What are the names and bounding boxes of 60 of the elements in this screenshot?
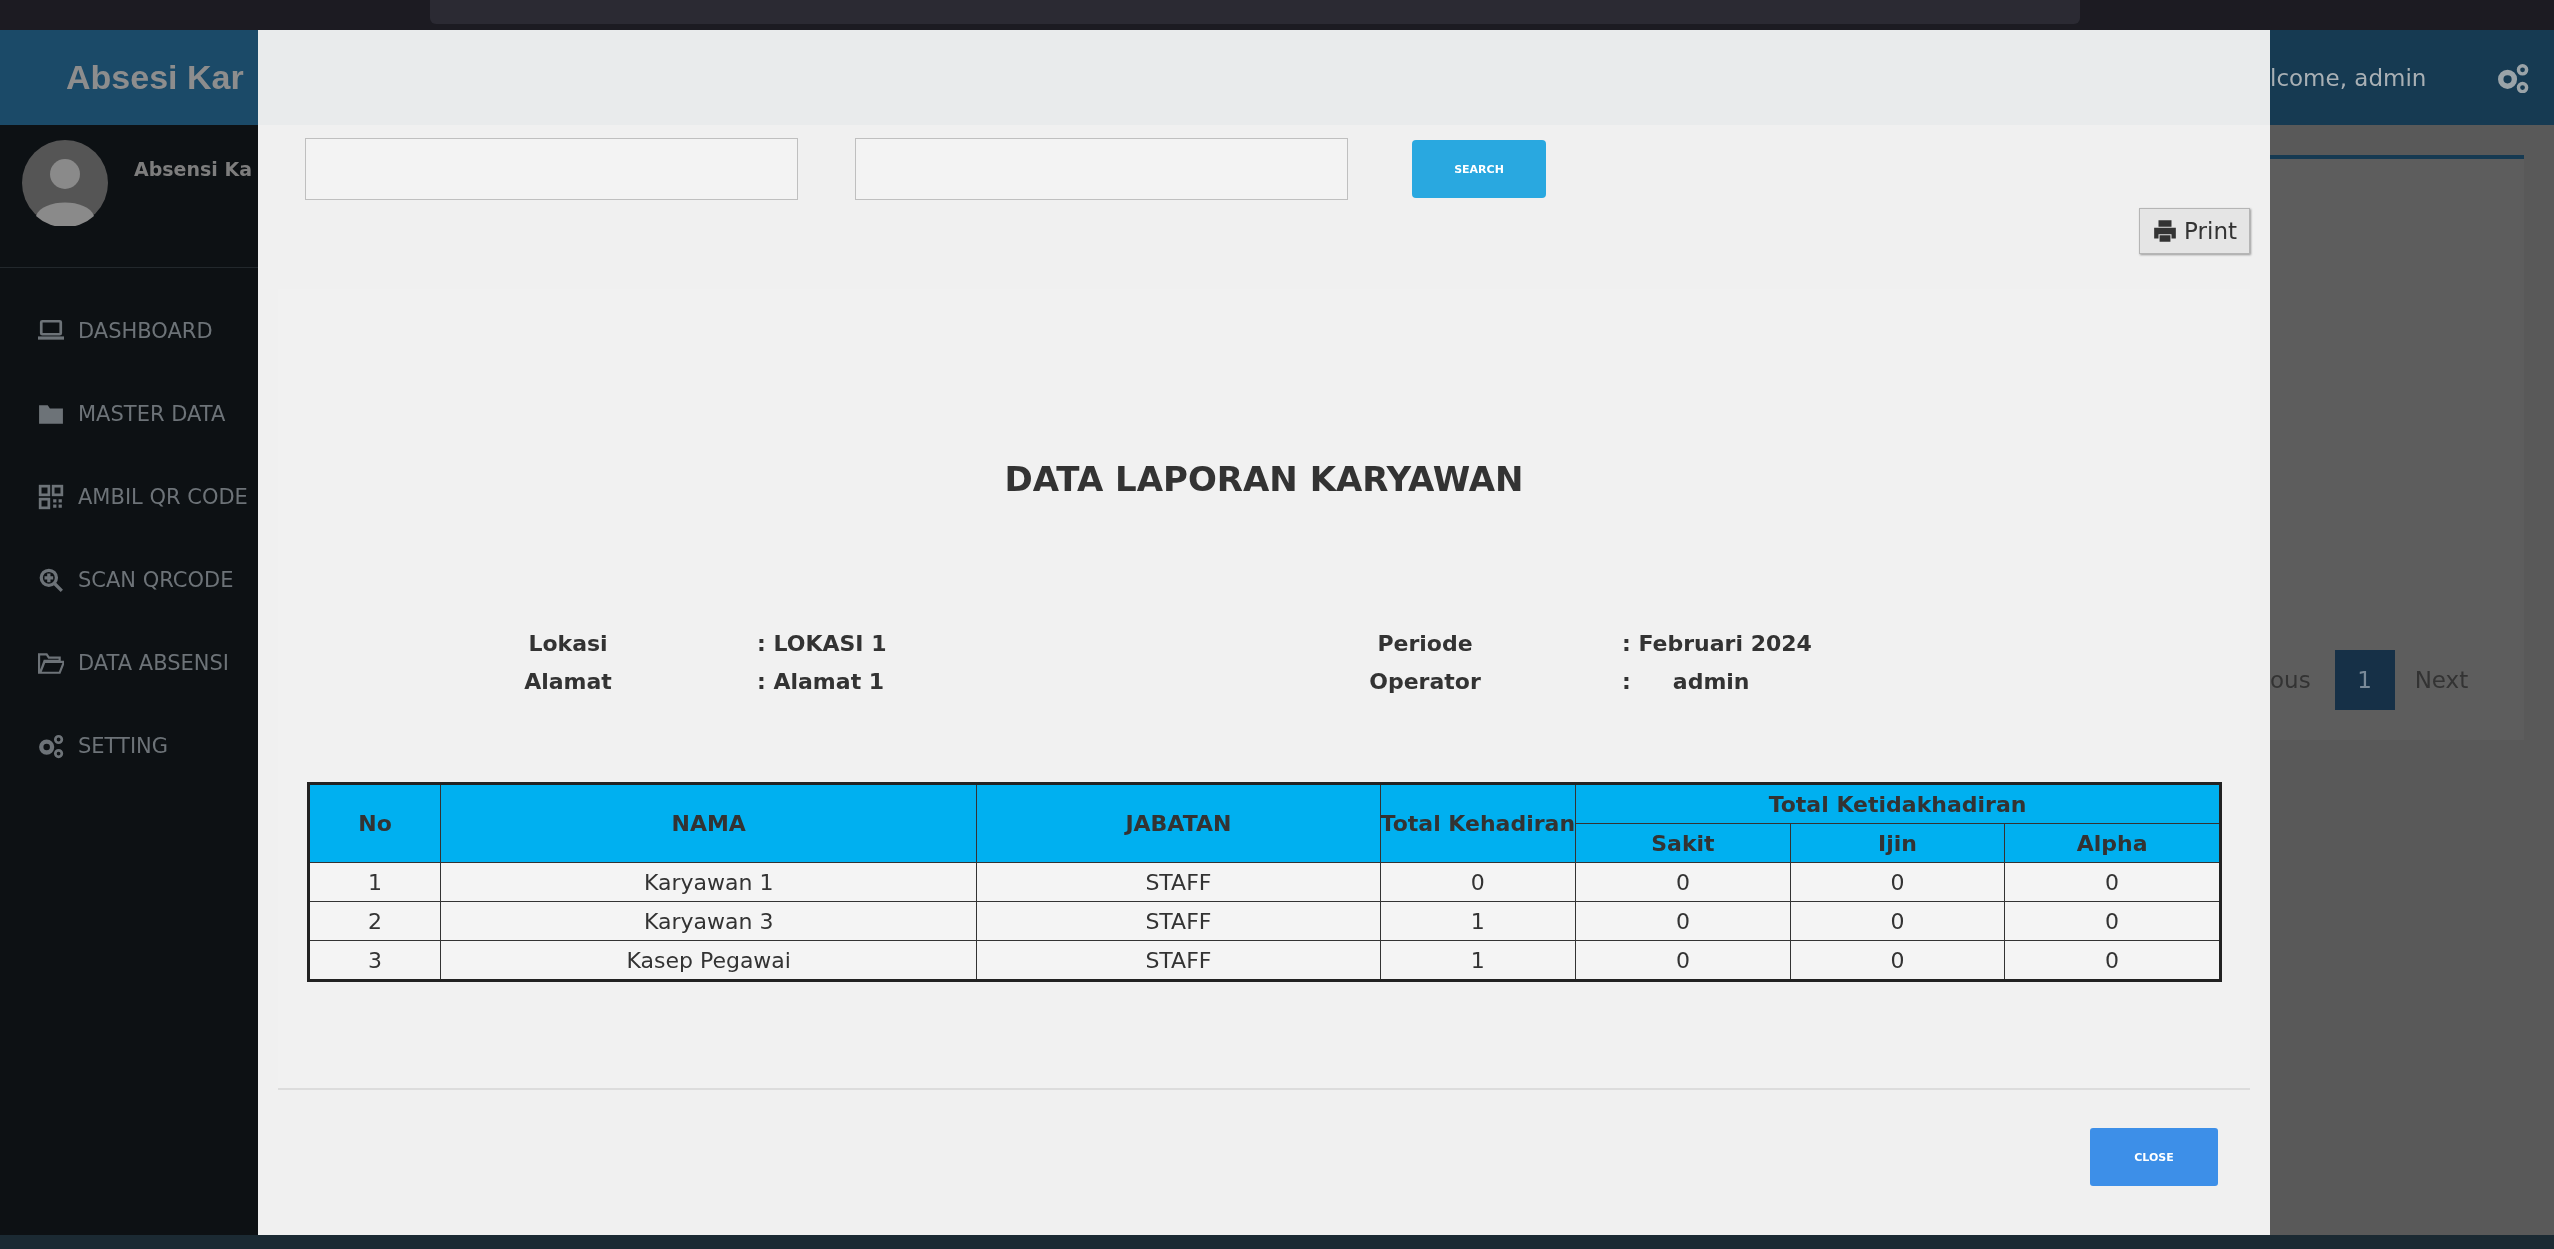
column-header: Ijin [1790, 823, 2005, 863]
welcome-text: lcome, admin [2270, 64, 2427, 91]
sidebar-item[interactable]: AMBIL QR CODE [0, 455, 258, 538]
printer-icon [2152, 218, 2179, 244]
column-header: JABATAN [976, 783, 1381, 863]
input-field[interactable] [305, 138, 798, 200]
table-cell: 0 [1790, 901, 2005, 941]
info-value: : Alamat 1 [757, 668, 885, 694]
column-header: NAMA [440, 783, 977, 863]
page-button[interactable]: 1 [2334, 650, 2395, 710]
info-label: Alamat [523, 668, 613, 694]
info-separator: : [1622, 668, 1631, 694]
table-cell: 0 [1575, 901, 1791, 941]
table-cell: 2 [308, 901, 441, 941]
info-label: Operator [1368, 668, 1482, 694]
table-cell: Kasep Pegawai [440, 940, 977, 981]
table-cell: 0 [1790, 862, 2005, 902]
info-label: Periode [1376, 630, 1474, 656]
app-brand: Absesi Kar [66, 58, 244, 97]
table-cell: 3 [308, 940, 441, 981]
table-cell: 0 [2004, 940, 2221, 981]
table-cell: STAFF [976, 901, 1381, 941]
column-header: No [308, 783, 441, 863]
table-cell: 0 [2004, 901, 2221, 941]
zoom-in-icon [38, 566, 64, 593]
input-field[interactable] [855, 138, 1348, 200]
column-header: Alpha [2004, 823, 2221, 863]
table-cell: 0 [2004, 862, 2221, 902]
column-header: Total Ketidakhadiran [1575, 783, 2221, 824]
table-cell: 1 [308, 862, 441, 902]
sidebar-item[interactable]: SETTING [0, 704, 258, 787]
sidebar-item[interactable]: DATA ABSENSI [0, 621, 258, 704]
avatar-icon [22, 140, 108, 226]
column-header: Sakit [1575, 823, 1791, 863]
report-title: DATA LAPORAN KARYAWAN [1003, 458, 1525, 499]
gears-icon [38, 732, 64, 759]
sidebar-item[interactable]: MASTER DATA [0, 372, 258, 455]
info-value: : Februari 2024 [1622, 630, 1812, 656]
info-value: admin [1672, 668, 1750, 694]
print-button[interactable]: Print [2139, 208, 2250, 254]
gears-icon[interactable] [2496, 62, 2530, 93]
sidebar-item[interactable]: SCAN QRCODE [0, 538, 258, 621]
table-cell: STAFF [976, 862, 1381, 902]
table-cell: 0 [1790, 940, 2005, 981]
info-value: : LOKASI 1 [757, 630, 887, 656]
qr-code-icon [38, 483, 64, 510]
table-cell: Karyawan 3 [440, 901, 977, 941]
table-cell: 1 [1380, 940, 1576, 981]
info-label: Lokasi [527, 630, 609, 656]
sidebar-item[interactable]: DASHBOARD [0, 289, 258, 372]
table-cell: 0 [1380, 862, 1576, 902]
table-cell: Karyawan 1 [440, 862, 977, 902]
table-cell: STAFF [976, 940, 1381, 981]
search-button[interactable]: SEARCH [1412, 140, 1546, 198]
close-button[interactable]: CLOSE [2090, 1128, 2218, 1186]
table-cell: 0 [1575, 940, 1791, 981]
table-cell: 1 [1380, 901, 1576, 941]
user-name: Absensi Ka [134, 158, 252, 180]
column-header: Total Kehadiran [1380, 783, 1576, 863]
table-cell: 0 [1575, 862, 1791, 902]
